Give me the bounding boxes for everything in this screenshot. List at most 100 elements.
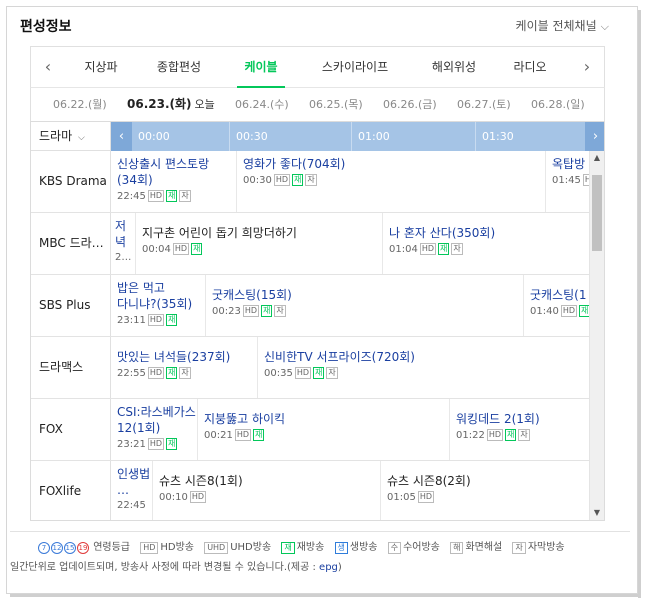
program-cell[interactable]: CSI:라스베가스 12(1회) 23:21 HD 재: [111, 399, 198, 460]
program-time: 00:35: [264, 368, 293, 379]
program-cell[interactable]: 맛있는 녀석들(237회) 22:55 HD 재 자: [111, 337, 258, 398]
tab-skylife[interactable]: 스카이라이프: [314, 47, 396, 87]
table-row: 드라맥스 맛있는 녀석들(237회) 22:55 HD 재 자 신비한TV 서프라이즈…: [31, 337, 591, 399]
legend-item: 재 재방송: [281, 538, 324, 554]
time-tick: 01:00: [351, 122, 475, 151]
channel-name[interactable]: MBC 드라…: [31, 213, 111, 274]
program-title: 옥탑방: [552, 157, 586, 171]
program-cell[interactable]: 굿캐스팅(1 01:40 HD 재: [524, 275, 591, 336]
program-time-row: 00:21 HD 재: [204, 429, 449, 441]
channel-name[interactable]: FOX: [31, 399, 111, 460]
program-cell[interactable]: 저녁 2…: [111, 213, 136, 274]
tab-cable[interactable]: 케이블: [237, 47, 285, 88]
program-cell[interactable]: 영화가 좋다(704회) 00:30 HD 재 자: [237, 151, 546, 212]
tab-radio[interactable]: 라디오: [505, 47, 555, 87]
chevron-left-icon[interactable]: ‹: [111, 122, 132, 151]
table-row: MBC 드라… 저녁 2… 지구촌 어린이 돕기 희망더하기 00:04 HD 재 …: [31, 213, 591, 275]
subtitle-badge: 자: [512, 542, 526, 554]
program-time-row: 01:45HD: [552, 174, 591, 186]
legend-item: 생 생방송: [334, 538, 378, 554]
rerun-badge: 재: [292, 174, 304, 186]
rerun-badge: 재: [166, 438, 178, 450]
tab-terrestrial[interactable]: 지상파: [71, 47, 131, 87]
category-tabs: ‹ 지상파 종합편성 케이블 스카이라이프 해외위성 라디오 ›: [30, 46, 605, 88]
vertical-scrollbar[interactable]: ▲ ▼: [589, 151, 604, 520]
program-cell[interactable]: 굿캐스팅(15회) 00:23 HD 재 자: [206, 275, 524, 336]
program-time: 2…: [115, 252, 132, 263]
legend-age: 7 12 15 19 연령등급: [38, 538, 130, 554]
program-time-row: 00:10 HD: [159, 491, 380, 503]
time-bar: ‹ 00:00 00:30 01:00 01:30 ›: [111, 122, 604, 151]
rerun-badge: 재: [166, 314, 178, 326]
hd-badge: HD: [234, 429, 252, 441]
date-item[interactable]: 06.22.(월): [53, 88, 107, 121]
scroll-up-icon[interactable]: ▲: [590, 151, 604, 165]
rerun-badge: 재: [281, 542, 295, 554]
channel-select-dropdown[interactable]: 케이블 전체채널 ⌵: [516, 17, 609, 34]
program-time: 00:23: [212, 306, 241, 317]
chevron-left-icon[interactable]: ‹: [31, 47, 65, 87]
legend-label: 수어방송: [403, 542, 440, 553]
genre-select[interactable]: 드라마 ⌵: [31, 122, 111, 151]
program-cell[interactable]: 옥탑방 01:45HD: [546, 151, 591, 212]
channel-name[interactable]: KBS Drama: [31, 151, 111, 212]
channel-name[interactable]: 드라맥스: [31, 337, 111, 398]
chevron-down-icon: ⌵: [77, 133, 85, 143]
program-time: 00:21: [204, 430, 233, 441]
hd-badge: HD: [273, 174, 291, 186]
program-title: 워킹데드 2(1회): [456, 412, 540, 426]
program-cell[interactable]: 신비한TV 서프라이즈(720회) 00:35 HD 재 자: [258, 337, 591, 398]
program-cell[interactable]: 지붕뚫고 하이킥 00:21 HD 재: [198, 399, 450, 460]
program-title: 슈츠 시즌8(2회): [387, 474, 471, 488]
legend-label: HD방송: [160, 542, 194, 553]
chevron-right-icon[interactable]: ›: [585, 122, 604, 151]
program-cell[interactable]: 워킹데드 2(1회) 01:22 HD 재 자: [450, 399, 591, 460]
chevron-right-icon[interactable]: ›: [570, 47, 604, 87]
program-time-row: 22:55 HD 재 자: [117, 367, 257, 379]
program-time: 00:04: [142, 244, 171, 255]
legend-item: UHD UHD방송: [204, 538, 271, 554]
program-cell[interactable]: 슈츠 시즌8(2회) 01:05 HD: [381, 461, 591, 520]
program-cell[interactable]: 인생법… 22:45: [111, 461, 153, 520]
table-row: SBS Plus 밥은 먹고 다니냐?(35회) 23:11 HD 재 굿캐스팅(1…: [31, 275, 591, 337]
tab-general[interactable]: 종합편성: [144, 47, 214, 87]
program-time: 01:40: [530, 306, 559, 317]
schedule-grid: 드라마 ⌵ ‹ 00:00 00:30 01:00 01:30 › KBS Dr…: [30, 121, 605, 521]
program-title: 지구촌 어린이 돕기 희망더하기: [142, 226, 297, 240]
subtitle-badge: 자: [518, 429, 530, 441]
legend-label: 생방송: [349, 542, 378, 553]
scroll-down-icon[interactable]: ▼: [590, 506, 604, 520]
source-link[interactable]: epg: [319, 562, 338, 573]
date-item-today[interactable]: 06.23.(화) 오늘: [127, 88, 215, 121]
scroll-thumb[interactable]: [592, 175, 602, 251]
hd-badge: HD: [560, 305, 578, 317]
program-title: 신상출시 편스토랑(34회): [117, 157, 210, 187]
program-title: 슈츠 시즌8(1회): [159, 474, 243, 488]
program-cell[interactable]: 지구촌 어린이 돕기 희망더하기 00:04 HD 재: [136, 213, 383, 274]
rerun-badge: 재: [438, 243, 450, 255]
rerun-badge: 재: [191, 243, 203, 255]
channel-name[interactable]: SBS Plus: [31, 275, 111, 336]
date-item[interactable]: 06.27.(토): [457, 88, 511, 121]
program-time-row: 22:45 HD 재 자: [117, 190, 236, 202]
date-item[interactable]: 06.26.(금): [383, 88, 437, 121]
program-time-row: 01:04 HD 재 자: [389, 243, 591, 255]
date-item[interactable]: 06.25.(목): [309, 88, 363, 121]
tab-overseas[interactable]: 해외위성: [419, 47, 489, 87]
program-cell[interactable]: 신상출시 편스토랑(34회) 22:45 HD 재 자: [111, 151, 237, 212]
table-row: KBS Drama 신상출시 편스토랑(34회) 22:45 HD 재 자 영화가 좋…: [31, 151, 591, 213]
program-time: 01:22: [456, 430, 485, 441]
channel-name[interactable]: FOXlife: [31, 461, 111, 520]
program-cell[interactable]: 밥은 먹고 다니냐?(35회) 23:11 HD 재: [111, 275, 206, 336]
program-cell[interactable]: 나 혼자 산다(350회) 01:04 HD 재 자: [383, 213, 591, 274]
date-item[interactable]: 06.24.(수): [235, 88, 289, 121]
program-title: 맛있는 녀석들(237회): [117, 350, 231, 364]
rerun-badge: 재: [166, 367, 178, 379]
live-badge: 생: [334, 542, 348, 554]
program-time-row: 00:35 HD 재 자: [264, 367, 591, 379]
rerun-badge: 재: [313, 367, 325, 379]
program-time-row: 01:05 HD: [387, 491, 591, 503]
sign-language-badge: 수: [387, 542, 402, 554]
date-item[interactable]: 06.28.(일): [531, 88, 585, 121]
program-cell[interactable]: 슈츠 시즌8(1회) 00:10 HD: [153, 461, 381, 520]
